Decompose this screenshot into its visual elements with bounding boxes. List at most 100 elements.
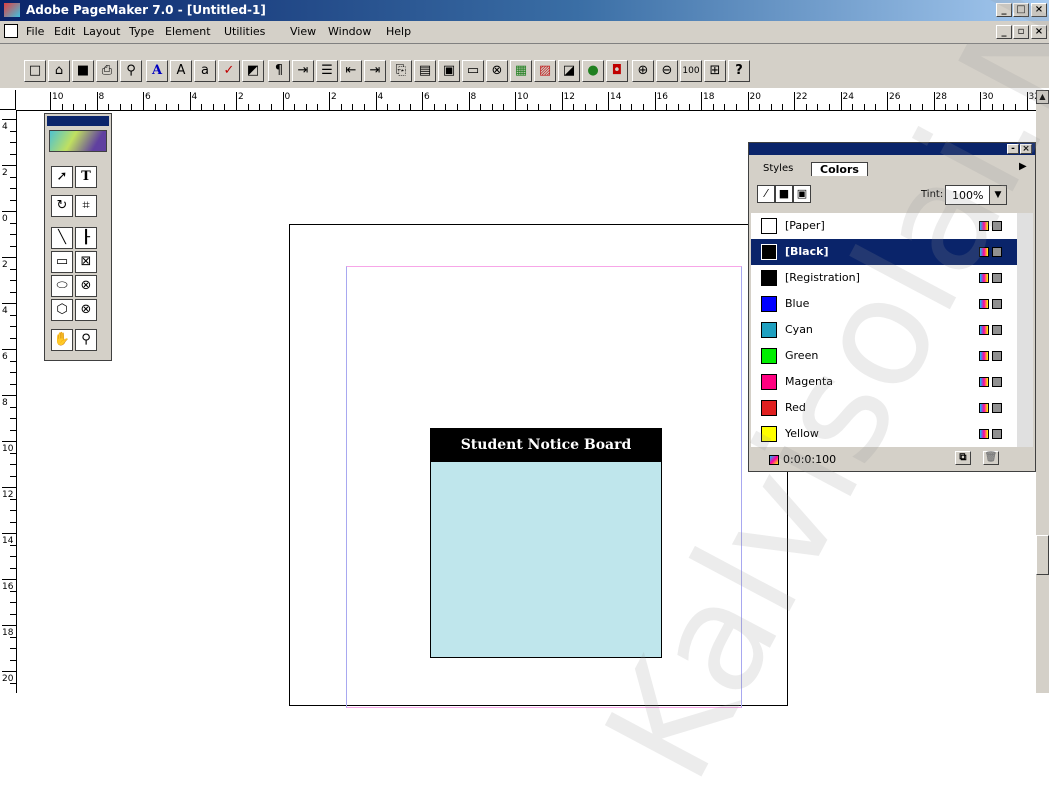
paragraph-icon[interactable]: ¶ xyxy=(268,60,290,82)
ruler-tick-mark xyxy=(10,636,16,638)
fit-page-icon[interactable]: ⊞ xyxy=(704,60,726,82)
color-swatch xyxy=(761,322,777,338)
menu-element[interactable]: Element xyxy=(165,25,211,38)
scroll-thumb[interactable] xyxy=(1036,535,1049,575)
ruler-tick-mark xyxy=(10,314,16,316)
menu-utilities[interactable]: Utilities xyxy=(224,25,265,38)
pointer-tool-icon[interactable]: ➚ xyxy=(51,166,73,188)
ruler-tick-mark xyxy=(10,510,16,511)
font-smaller-icon[interactable]: a xyxy=(194,60,216,82)
ruler-tick-mark xyxy=(10,659,16,661)
ruler-tick-mark xyxy=(270,104,272,110)
tabs-icon[interactable]: ⇥ xyxy=(292,60,314,82)
copy-icon[interactable]: ⎘ xyxy=(390,60,412,82)
both-icon[interactable]: ▣ xyxy=(793,185,811,203)
menu-file[interactable]: File xyxy=(26,25,44,38)
ruler-tick-mark xyxy=(10,590,16,592)
find-icon[interactable]: ⚲ xyxy=(120,60,142,82)
ellipse-tool-icon[interactable]: ⬭ xyxy=(51,275,73,297)
ruler-tick-mark xyxy=(10,475,16,477)
ruler-tick-mark xyxy=(689,104,691,110)
ruler-tick-mark xyxy=(584,104,586,110)
menu-view[interactable]: View xyxy=(290,25,316,38)
actual-size-icon[interactable]: 100 xyxy=(680,60,702,82)
pdf-icon[interactable]: ◪ xyxy=(558,60,580,82)
color-type-icon xyxy=(992,377,1002,387)
library-icon[interactable]: ▭ xyxy=(462,60,484,82)
ruler-tick-mark xyxy=(10,245,16,247)
tab-colors[interactable]: Colors xyxy=(811,162,868,176)
fill-icon[interactable]: ◩ xyxy=(242,60,264,82)
ruler-tick-mark xyxy=(247,104,249,110)
font-larger-icon[interactable]: A xyxy=(170,60,192,82)
web-icon[interactable]: ● xyxy=(582,60,604,82)
menu-edit[interactable]: Edit xyxy=(54,25,75,38)
new-icon[interactable]: □ xyxy=(24,60,46,82)
menu-type[interactable]: Type xyxy=(129,25,154,38)
ruler-tick-mark xyxy=(2,579,16,580)
zoom-tool-icon[interactable]: ⚲ xyxy=(75,329,97,351)
zoom-out-icon[interactable]: ⊖ xyxy=(656,60,678,82)
document-icon[interactable] xyxy=(4,24,18,38)
polygon-frame-tool-icon[interactable]: ⊗ xyxy=(75,299,97,321)
bullets-icon[interactable]: ☰ xyxy=(316,60,338,82)
horizontal-ruler[interactable]: 10864202468101214161820222426283032 xyxy=(16,90,1036,111)
frame-icon[interactable]: ▣ xyxy=(438,60,460,82)
line-tool-icon[interactable]: ╲ xyxy=(51,227,73,249)
ruler-tick-mark xyxy=(398,104,400,110)
ruler-tick-mark xyxy=(61,104,63,110)
ruler-tick-mark xyxy=(236,92,237,110)
stroke-icon[interactable]: ⁄ xyxy=(757,185,775,203)
notice-board-heading[interactable]: Student Notice Board xyxy=(431,429,661,462)
delete-color-button[interactable]: 🗑 xyxy=(983,451,999,465)
rectangle-frame-tool-icon[interactable]: ⊠ xyxy=(75,251,97,273)
constrained-line-tool-icon[interactable]: ┠ xyxy=(75,227,97,249)
open-icon[interactable]: ⌂ xyxy=(48,60,70,82)
toolbox-titlebar[interactable] xyxy=(47,116,109,126)
ruler-tick-mark xyxy=(456,104,458,110)
link-icon[interactable]: ⊗ xyxy=(486,60,508,82)
ruler-tick-mark xyxy=(2,441,16,442)
ruler-tick-mark xyxy=(10,648,16,649)
vertical-ruler[interactable]: 4 2 0 2 4 6 8 10 12 14 16 18 20 xyxy=(0,110,17,693)
font-icon[interactable]: A xyxy=(146,60,168,82)
fill-icon-palette[interactable]: ■ xyxy=(775,185,793,203)
color-model-icon xyxy=(979,429,989,439)
save-icon[interactable]: ■ xyxy=(72,60,94,82)
color-model-icon xyxy=(979,377,989,387)
text-tool-icon[interactable]: T xyxy=(75,166,97,188)
paste-icon[interactable]: ▤ xyxy=(414,60,436,82)
ruler-tick-mark xyxy=(10,602,16,603)
image-icon[interactable]: ▨ xyxy=(534,60,556,82)
acrobat-icon[interactable]: ◘ xyxy=(606,60,628,82)
ruler-tick-mark xyxy=(212,104,214,110)
hand-tool-icon[interactable]: ✋ xyxy=(51,329,73,351)
print-icon[interactable]: ⎙ xyxy=(96,60,118,82)
zoom-in-icon[interactable]: ⊕ xyxy=(632,60,654,82)
place-icon[interactable]: ▦ xyxy=(510,60,532,82)
new-color-button[interactable]: ⧉ xyxy=(955,451,971,465)
ruler-tick-mark xyxy=(10,153,16,155)
ruler-tick-mark xyxy=(422,92,423,110)
app-icon xyxy=(4,3,20,17)
rotate-tool-icon[interactable]: ↻ xyxy=(51,195,73,217)
ruler-tick-mark xyxy=(410,104,412,110)
ruler-tick-mark xyxy=(177,104,179,110)
polygon-tool-icon[interactable]: ⬡ xyxy=(51,299,73,321)
crop-tool-icon[interactable]: ⌗ xyxy=(75,195,97,217)
ruler-tick-label: 4 xyxy=(2,306,8,316)
ruler-tick-mark xyxy=(73,104,75,110)
menu-layout[interactable]: Layout xyxy=(83,25,120,38)
ruler-tick-mark xyxy=(2,533,16,534)
indent-icon[interactable]: ⇤ xyxy=(340,60,362,82)
ruler-tick-mark xyxy=(2,625,16,626)
tab-styles[interactable]: Styles xyxy=(763,163,793,174)
menu-help[interactable]: Help xyxy=(386,25,411,38)
help-icon[interactable]: ? xyxy=(728,60,750,82)
outdent-icon[interactable]: ⇥ xyxy=(364,60,386,82)
spelling-icon[interactable]: ✓ xyxy=(218,60,240,82)
rectangle-tool-icon[interactable]: ▭ xyxy=(51,251,73,273)
ruler-tick-mark xyxy=(10,130,16,132)
menu-window[interactable]: Window xyxy=(328,25,371,38)
ellipse-frame-tool-icon[interactable]: ⊗ xyxy=(75,275,97,297)
